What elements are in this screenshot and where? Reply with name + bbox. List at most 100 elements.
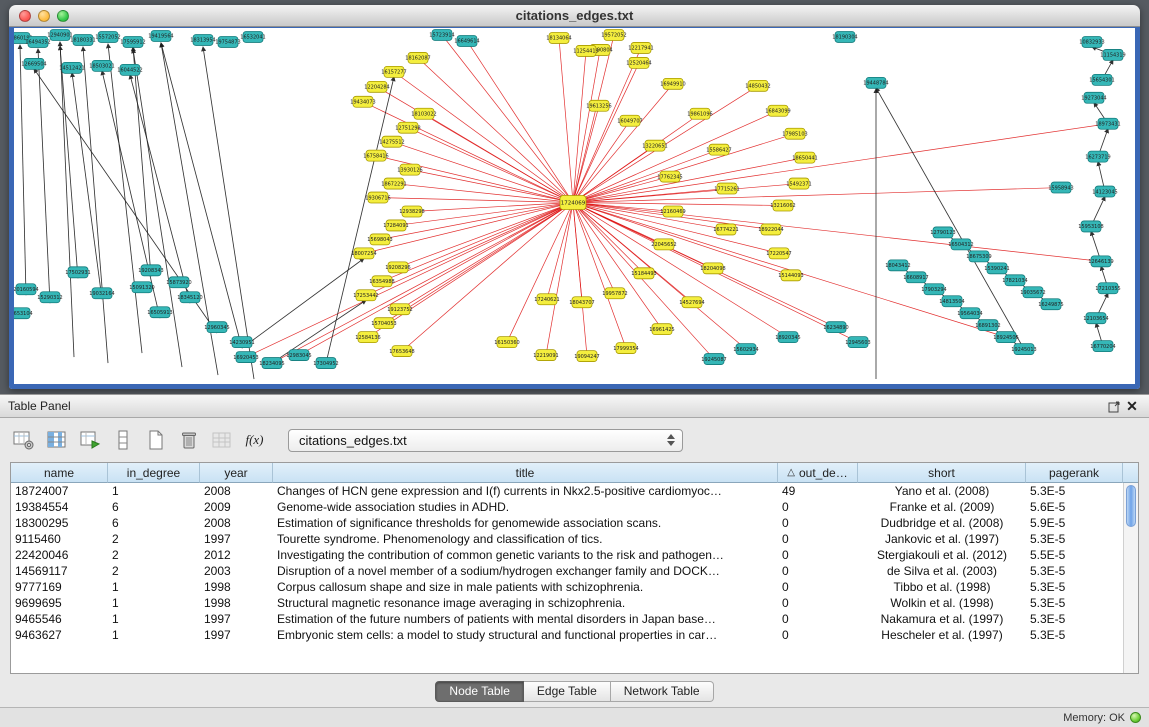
- citation-edge[interactable]: [246, 203, 573, 358]
- scrollbar-thumb[interactable]: [1126, 485, 1136, 527]
- rows-button[interactable]: [109, 427, 136, 453]
- citation-edge[interactable]: [442, 35, 573, 203]
- table-cell: 0: [778, 563, 858, 579]
- select-columns-button[interactable]: [43, 427, 70, 453]
- network-window-titlebar[interactable]: citations_edges.txt: [9, 5, 1140, 27]
- citation-edge[interactable]: [410, 170, 573, 203]
- graph-node-label: 14512421: [59, 66, 84, 72]
- table-body: 1872400712008Changes of HCN gene express…: [11, 483, 1123, 673]
- citation-edge[interactable]: [573, 184, 799, 203]
- graph-node-label: 19035672: [1020, 290, 1045, 296]
- desktop-background: citations_edges.txt 19860192164943521294…: [0, 0, 1149, 394]
- column-header-pagerank[interactable]: pagerank: [1026, 463, 1123, 483]
- delete-table-button[interactable]: [175, 427, 202, 453]
- table-disabled-button[interactable]: [208, 427, 235, 453]
- citation-edge[interactable]: [299, 203, 573, 356]
- graph-node-label: 18007254: [351, 251, 376, 257]
- function-builder-button[interactable]: f(x): [241, 427, 268, 453]
- citation-edge[interactable]: [559, 38, 573, 203]
- import-table-button[interactable]: [76, 427, 103, 453]
- tab-network-table[interactable]: Network Table: [611, 681, 714, 702]
- graph-node-label: 18180331: [70, 38, 95, 44]
- table-row[interactable]: 977716911998Corpus callosum shape and si…: [11, 579, 1123, 595]
- table-cell: Corpus callosum shape and size in male p…: [273, 579, 778, 595]
- citation-edge[interactable]: [418, 58, 573, 203]
- citation-edge[interactable]: [876, 88, 1024, 349]
- table-row[interactable]: 1872400712008Changes of HCN gene express…: [11, 483, 1123, 499]
- vertical-scrollbar[interactable]: [1123, 483, 1138, 673]
- citation-edge[interactable]: [546, 203, 573, 356]
- citation-edge[interactable]: [108, 44, 142, 353]
- citation-edge[interactable]: [394, 72, 573, 203]
- table-row[interactable]: 2242004622012Investigating the contribut…: [11, 547, 1123, 563]
- graph-node-label: 17985103: [782, 131, 807, 137]
- citation-edge[interactable]: [402, 203, 573, 352]
- citation-edge[interactable]: [161, 43, 242, 348]
- citation-edge[interactable]: [133, 49, 182, 367]
- table-row[interactable]: 1830029562008Estimation of significance …: [11, 515, 1123, 531]
- table-cell: 5.6E-5: [1026, 499, 1123, 515]
- citation-edge[interactable]: [573, 111, 778, 203]
- citation-edge[interactable]: [573, 124, 1108, 203]
- column-header-title[interactable]: title: [273, 463, 778, 483]
- graph-node-label: 16920453: [233, 355, 258, 361]
- citation-edge[interactable]: [272, 203, 573, 364]
- graph-node-label: 16608917: [903, 275, 928, 281]
- table-row[interactable]: 946362711997Embryonic stem cells: a mode…: [11, 627, 1123, 643]
- graph-node-label: 19448784: [863, 81, 888, 87]
- table-row[interactable]: 969969511998Structural magnetic resonanc…: [11, 595, 1123, 611]
- citation-edge[interactable]: [573, 203, 1101, 262]
- close-panel-icon[interactable]: ✕: [1123, 398, 1141, 414]
- citation-edge[interactable]: [83, 47, 108, 363]
- citation-edge[interactable]: [573, 50, 600, 203]
- network-window[interactable]: citations_edges.txt 19860192164943521294…: [9, 5, 1140, 389]
- column-header-year[interactable]: year: [200, 463, 273, 483]
- tab-node-table[interactable]: Node Table: [435, 681, 524, 702]
- table-panel-title: Table Panel: [8, 399, 71, 413]
- network-canvas[interactable]: 1986019216494352129409011818033115572052…: [9, 27, 1140, 389]
- table-settings-button[interactable]: [10, 427, 37, 453]
- column-header-in-degree[interactable]: in_degree: [108, 463, 200, 483]
- column-header-out-degree[interactable]: △ out_de…: [778, 463, 858, 483]
- tab-edge-table[interactable]: Edge Table: [524, 681, 611, 702]
- table-source-dropdown[interactable]: citations_edges.txt: [288, 429, 683, 452]
- table-row[interactable]: 911546021997Tourette syndrome. Phenomeno…: [11, 531, 1123, 547]
- citation-edge[interactable]: [573, 158, 805, 203]
- citation-edge[interactable]: [400, 203, 573, 310]
- citation-edge[interactable]: [573, 203, 582, 303]
- citation-edge[interactable]: [573, 121, 630, 203]
- citation-edge[interactable]: [376, 156, 573, 203]
- table-cell: 9699695: [11, 595, 108, 611]
- graph-node-label: 14850432: [745, 84, 770, 90]
- citation-edge[interactable]: [38, 49, 50, 303]
- graph-node-label: 19208296: [385, 265, 410, 271]
- citation-edge[interactable]: [378, 198, 573, 203]
- memory-ok-icon[interactable]: [1130, 712, 1141, 723]
- graph-node-label: 19245087: [701, 357, 726, 363]
- citation-edge[interactable]: [72, 73, 102, 299]
- table-row[interactable]: 1938455462009Genome-wide association stu…: [11, 499, 1123, 515]
- graph-node-label: 20160594: [14, 287, 39, 293]
- table-cell: 2012: [200, 547, 273, 563]
- float-panel-icon[interactable]: [1105, 398, 1123, 414]
- graph-node-label: 12646139: [1088, 259, 1113, 265]
- network-graph[interactable]: 1986019216494352129409011818033115572052…: [14, 28, 1135, 384]
- graph-node-label: 16774221: [713, 227, 738, 233]
- citation-edge[interactable]: [102, 71, 160, 318]
- citation-edge[interactable]: [573, 188, 1061, 203]
- table-cell: 19384554: [11, 499, 108, 515]
- column-header-short[interactable]: short: [858, 463, 1026, 483]
- graph-node-label: 14813504: [939, 299, 964, 305]
- table-row[interactable]: 946554611997Estimation of the future num…: [11, 611, 1123, 627]
- citation-edge[interactable]: [20, 45, 26, 295]
- citation-edge[interactable]: [573, 35, 614, 203]
- table-cell: 6: [108, 499, 200, 515]
- new-document-button[interactable]: [142, 427, 169, 453]
- citation-edge[interactable]: [242, 258, 364, 348]
- citation-edge[interactable]: [573, 203, 615, 294]
- column-header-name[interactable]: name: [11, 463, 108, 483]
- table-cell: Hescheler et al. (1997): [858, 627, 1026, 643]
- citation-edge[interactable]: [366, 203, 573, 296]
- table-row[interactable]: 1456911722003Disruption of a novel membe…: [11, 563, 1123, 579]
- table-cell: 22420046: [11, 547, 108, 563]
